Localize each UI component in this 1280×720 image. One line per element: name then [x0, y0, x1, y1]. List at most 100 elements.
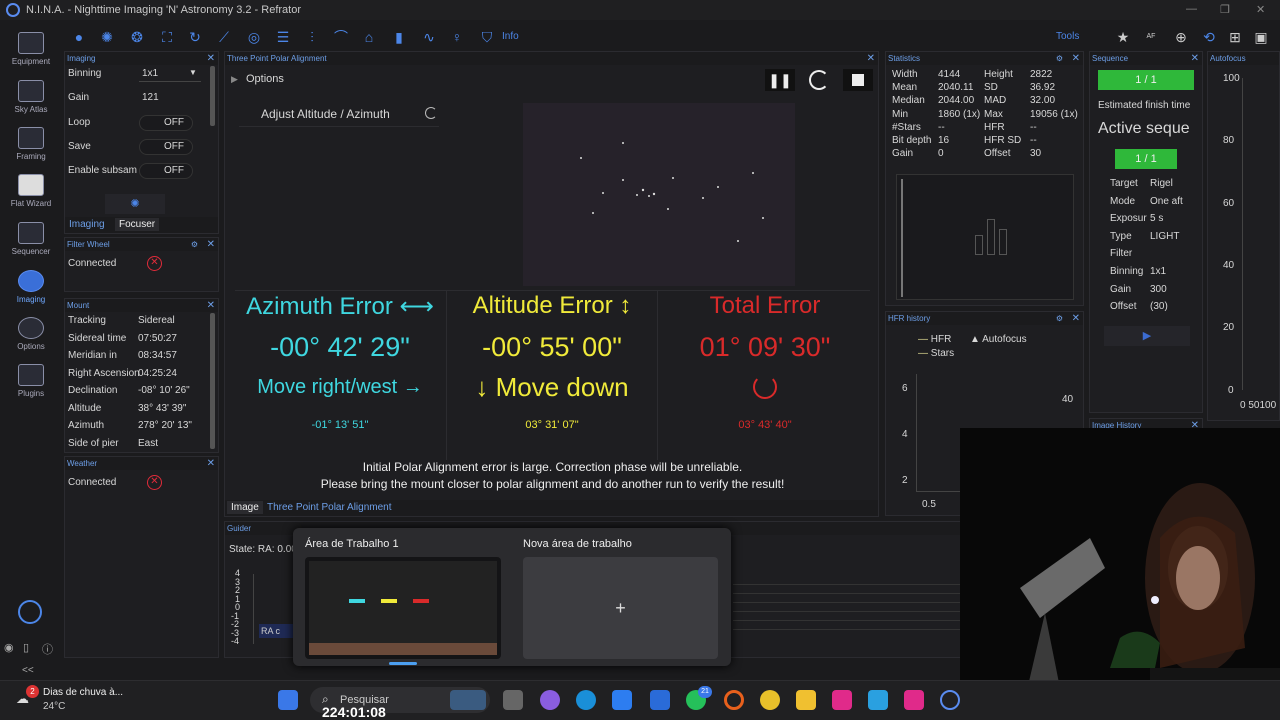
stat-label: Max: [984, 108, 1003, 120]
observatory-icon[interactable]: ⌂: [360, 28, 378, 46]
weather-text[interactable]: Dias de chuva à...: [43, 687, 123, 698]
search-highlight-image: [450, 690, 486, 710]
gain-input[interactable]: 121: [142, 92, 159, 103]
stat-value: 2040.11: [938, 82, 974, 94]
chrome-icon[interactable]: [760, 690, 780, 710]
frame-icon[interactable]: ⛶: [158, 28, 176, 46]
eye-icon[interactable]: ◉: [4, 641, 14, 654]
close-icon[interactable]: ✕: [867, 52, 875, 65]
wave-icon[interactable]: ∿: [420, 28, 438, 46]
target-icon[interactable]: ◎: [245, 28, 263, 46]
info-label[interactable]: Info: [502, 31, 519, 42]
total-error-value: 01° 09' 30": [699, 332, 831, 362]
tab-three-point-polar-alignment[interactable]: Three Point Polar Alignment: [267, 502, 392, 513]
office-icon[interactable]: [724, 690, 744, 710]
guider-header: Guider: [227, 524, 252, 533]
bar-chart-icon[interactable]: ▮: [390, 28, 408, 46]
options-chevron-icon[interactable]: ▶: [231, 74, 238, 85]
close-button[interactable]: ✕: [1256, 3, 1265, 16]
scrollbar[interactable]: [210, 66, 215, 126]
nav-plugins[interactable]: Plugins: [0, 364, 62, 398]
shield-icon[interactable]: ⛉: [478, 28, 496, 46]
rotator-icon[interactable]: ↻: [186, 28, 204, 46]
layout-icon[interactable]: ▣: [1252, 28, 1270, 46]
filter-wheel-icon[interactable]: ✺: [98, 28, 116, 46]
nav-sky-atlas[interactable]: Sky Atlas: [0, 80, 62, 114]
close-icon[interactable]: ✕: [1072, 312, 1080, 325]
folder-icon[interactable]: [796, 690, 816, 710]
close-icon[interactable]: ✕: [207, 299, 215, 312]
nav-options[interactable]: Options: [0, 317, 62, 351]
book-icon[interactable]: ▯: [23, 641, 29, 654]
history-icon[interactable]: ⟲: [1200, 28, 1218, 46]
scrollbar[interactable]: [210, 313, 215, 449]
collapse-nav-button[interactable]: <<: [22, 665, 34, 676]
nav-flat-wizard[interactable]: Flat Wizard: [0, 174, 62, 208]
bulb-icon[interactable]: ♀: [448, 28, 466, 46]
close-icon[interactable]: ✕: [207, 457, 215, 470]
task-view-icon[interactable]: [503, 690, 523, 710]
sliders-icon[interactable]: ⫶: [303, 28, 321, 46]
star-icon[interactable]: ★: [1114, 28, 1132, 46]
start-sequence-button[interactable]: ▶: [1104, 326, 1190, 346]
workspace-1-thumbnail[interactable]: [305, 557, 501, 659]
close-icon[interactable]: ✕: [1072, 52, 1080, 65]
edge-icon[interactable]: [576, 690, 596, 710]
tab-focuser[interactable]: Focuser: [115, 218, 160, 231]
binning-select[interactable]: 1x1 ▼: [139, 66, 201, 82]
maximize-button[interactable]: ❐: [1220, 3, 1230, 16]
step-label: Adjust Altitude / Azimuth: [261, 107, 390, 121]
stat-value: 0: [938, 148, 944, 160]
loop-toggle[interactable]: OFF: [139, 115, 193, 131]
stat-value: 2044.00: [938, 95, 975, 107]
app-blue-icon[interactable]: [868, 690, 888, 710]
stop-button[interactable]: [843, 69, 873, 91]
copilot-icon[interactable]: [540, 690, 560, 710]
dome-arc-icon[interactable]: ⌒: [332, 28, 350, 46]
tab-image[interactable]: Image: [227, 501, 263, 514]
close-icon[interactable]: ✕: [207, 52, 215, 65]
close-icon[interactable]: ✕: [207, 238, 215, 251]
start-button-icon[interactable]: [278, 690, 298, 710]
new-workspace-button[interactable]: +: [523, 557, 718, 659]
telescope-toolbar-icon[interactable]: ⟋: [215, 28, 233, 46]
nav-framing[interactable]: Framing: [0, 127, 62, 161]
nina-icon[interactable]: [940, 690, 960, 710]
minimize-button[interactable]: —: [1186, 3, 1197, 15]
list-icon[interactable]: ☰: [274, 28, 292, 46]
nav-imaging[interactable]: Imaging: [0, 270, 62, 304]
pause-button[interactable]: ❚❚: [765, 69, 795, 91]
settings-icon[interactable]: ⚙: [191, 238, 198, 251]
crosshair-icon[interactable]: ⊕: [1172, 28, 1190, 46]
settings-icon[interactable]: ⚙: [1056, 52, 1063, 65]
stat-label: Height: [984, 69, 1013, 80]
camera-icon[interactable]: ●: [70, 28, 88, 46]
subsample-toggle[interactable]: OFF: [139, 163, 193, 179]
about-icon[interactable]: ⓘ: [42, 641, 53, 657]
app-pink-icon[interactable]: [904, 690, 924, 710]
store-icon[interactable]: [612, 690, 632, 710]
bar-chart-placeholder-icon-bar: [999, 229, 1007, 255]
tools-label[interactable]: Tools: [1056, 31, 1079, 42]
capture-button[interactable]: ✺: [105, 194, 165, 214]
stat-value: 2822: [1030, 69, 1053, 80]
sequence-row-label: Type: [1110, 230, 1132, 242]
grid-icon[interactable]: ⊞: [1226, 28, 1244, 46]
mount-row-label: Side of pier: [68, 437, 119, 449]
divider: [235, 290, 870, 291]
nav-equipment[interactable]: Equipment: [0, 32, 62, 66]
autofocus-icon[interactable]: AF: [1142, 28, 1160, 46]
app-icon[interactable]: [650, 690, 670, 710]
refresh-icon[interactable]: [809, 70, 829, 90]
tab-imaging[interactable]: Imaging: [69, 219, 105, 230]
loading-spinner-icon: [425, 107, 437, 119]
options-expander[interactable]: Options: [246, 73, 284, 85]
nav-sequencer[interactable]: Sequencer: [0, 222, 62, 256]
focuser-icon[interactable]: ❂: [128, 28, 146, 46]
save-toggle[interactable]: OFF: [139, 139, 193, 155]
progress-spinner-icon: [753, 375, 777, 399]
close-icon[interactable]: ✕: [1191, 52, 1199, 65]
onenote-icon[interactable]: [832, 690, 852, 710]
power-icon[interactable]: [18, 600, 42, 624]
settings-icon[interactable]: ⚙: [1056, 312, 1063, 325]
